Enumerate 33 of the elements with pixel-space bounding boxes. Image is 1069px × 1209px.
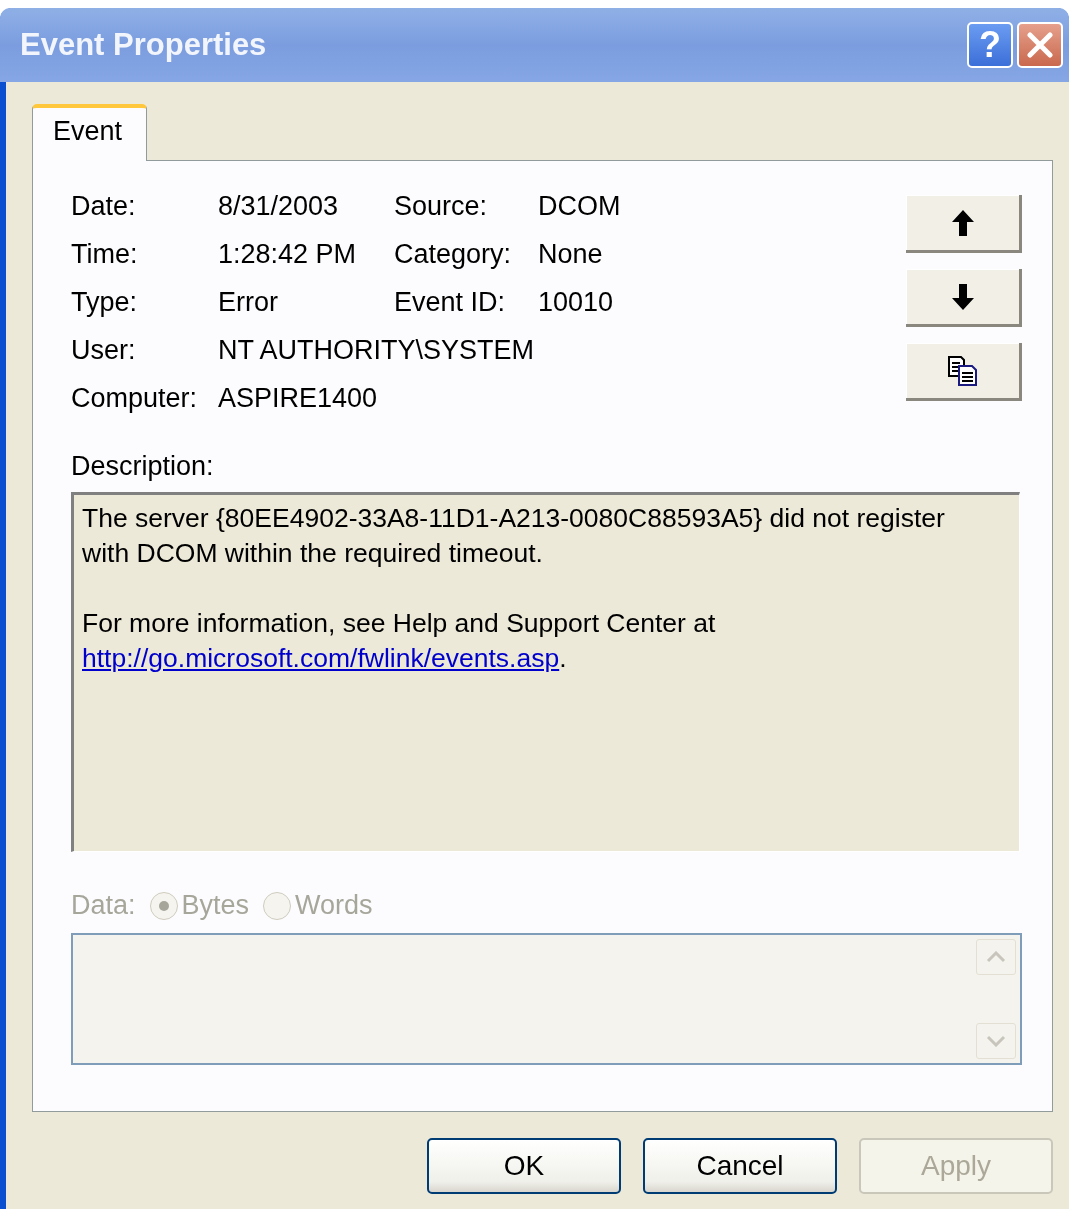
up-arrow-icon bbox=[951, 209, 974, 236]
field-label: Event ID: bbox=[394, 287, 507, 317]
help-link[interactable]: http://go.microsoft.com/fwlink/events.asp bbox=[82, 643, 560, 673]
previous-button[interactable] bbox=[906, 195, 1022, 253]
field-value: Error bbox=[218, 287, 279, 317]
description-text: For more information, see Help and Support Center at http://go.microsoft.com/fwlink/events.asp. bbox=[82, 607, 717, 675]
field-label: Source: bbox=[394, 191, 489, 221]
data-label: Data: bbox=[71, 890, 136, 921]
tab[interactable]: Event bbox=[32, 104, 148, 161]
field-label: Category: bbox=[394, 239, 513, 269]
description-label: Description: bbox=[71, 451, 215, 482]
down-arrow-icon bbox=[951, 283, 974, 310]
field-label: Time: bbox=[71, 239, 139, 269]
window-title: Event Properties bbox=[20, 27, 268, 63]
field-value: ASPIRE1400 bbox=[218, 383, 379, 413]
field-value: 1:28:42 PM bbox=[218, 239, 358, 269]
next-button[interactable] bbox=[906, 269, 1022, 327]
close-button[interactable] bbox=[1017, 22, 1063, 68]
field-value: 10010 bbox=[538, 287, 615, 317]
field-label: Computer: bbox=[71, 383, 199, 413]
dialog-button[interactable]: Cancel bbox=[643, 1138, 837, 1194]
copy-icon bbox=[947, 355, 978, 386]
dialog-button[interactable]: OK bbox=[427, 1138, 621, 1194]
close-icon bbox=[1027, 32, 1053, 58]
description-text: The server {80EE4902-33A8-11D1-A213-0080C88593A5} did not register with DCOM within the required timeout. bbox=[82, 502, 946, 570]
field-value: None bbox=[538, 239, 604, 269]
field-label: Type: bbox=[71, 287, 139, 317]
field-value: 8/31/2003 bbox=[218, 191, 340, 221]
field-label: Date: bbox=[71, 191, 137, 221]
copy-button[interactable] bbox=[906, 343, 1022, 401]
field-label: User: bbox=[71, 335, 137, 365]
field-value: DCOM bbox=[538, 191, 621, 221]
field-value: NT AUTHORITY\SYSTEM bbox=[218, 335, 536, 365]
